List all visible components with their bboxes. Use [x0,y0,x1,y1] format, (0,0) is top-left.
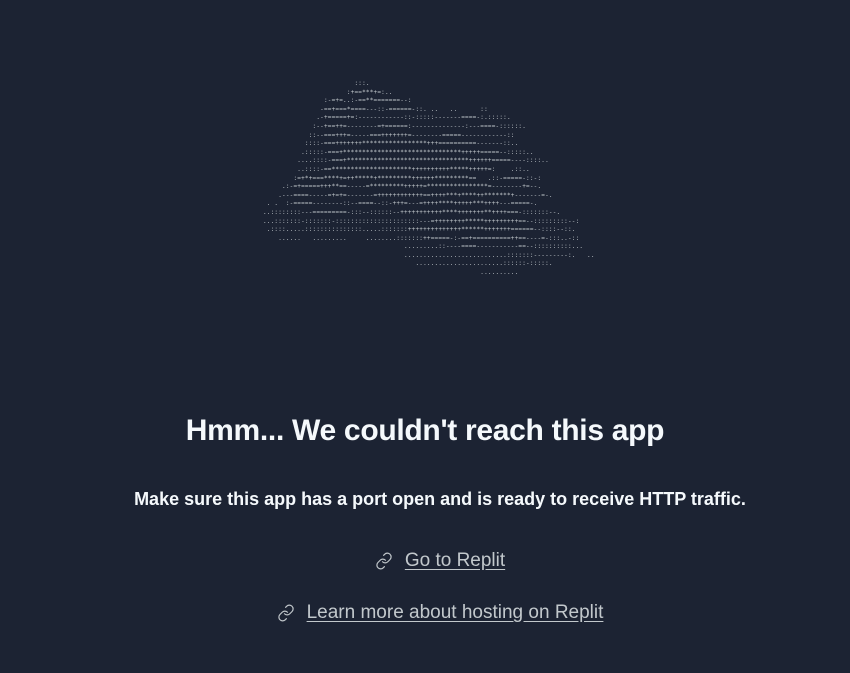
ascii-cloud-illustration: :::. :+==***+=:.. :-=+=..:-==**=======--… [0,80,850,279]
hosting-docs-row: Learn more about hosting on Replit [0,602,850,627]
link-icon [277,604,295,622]
go-to-replit-link[interactable]: Go to Replit [375,550,505,572]
ascii-art-image: :::. :+==***+=:.. :-=+=..:-==**=======--… [262,80,595,277]
error-title: Hmm... We couldn't reach this app [185,414,665,447]
learn-more-hosting-label: Learn more about hosting on Replit [306,602,604,623]
learn-more-hosting-link[interactable]: Learn more about hosting on Replit [277,602,604,624]
error-message: Make sure this app has a port open and i… [134,489,746,509]
go-to-replit-row: Go to Replit [0,550,850,575]
link-icon [375,552,393,570]
go-to-replit-label: Go to Replit [404,550,506,571]
